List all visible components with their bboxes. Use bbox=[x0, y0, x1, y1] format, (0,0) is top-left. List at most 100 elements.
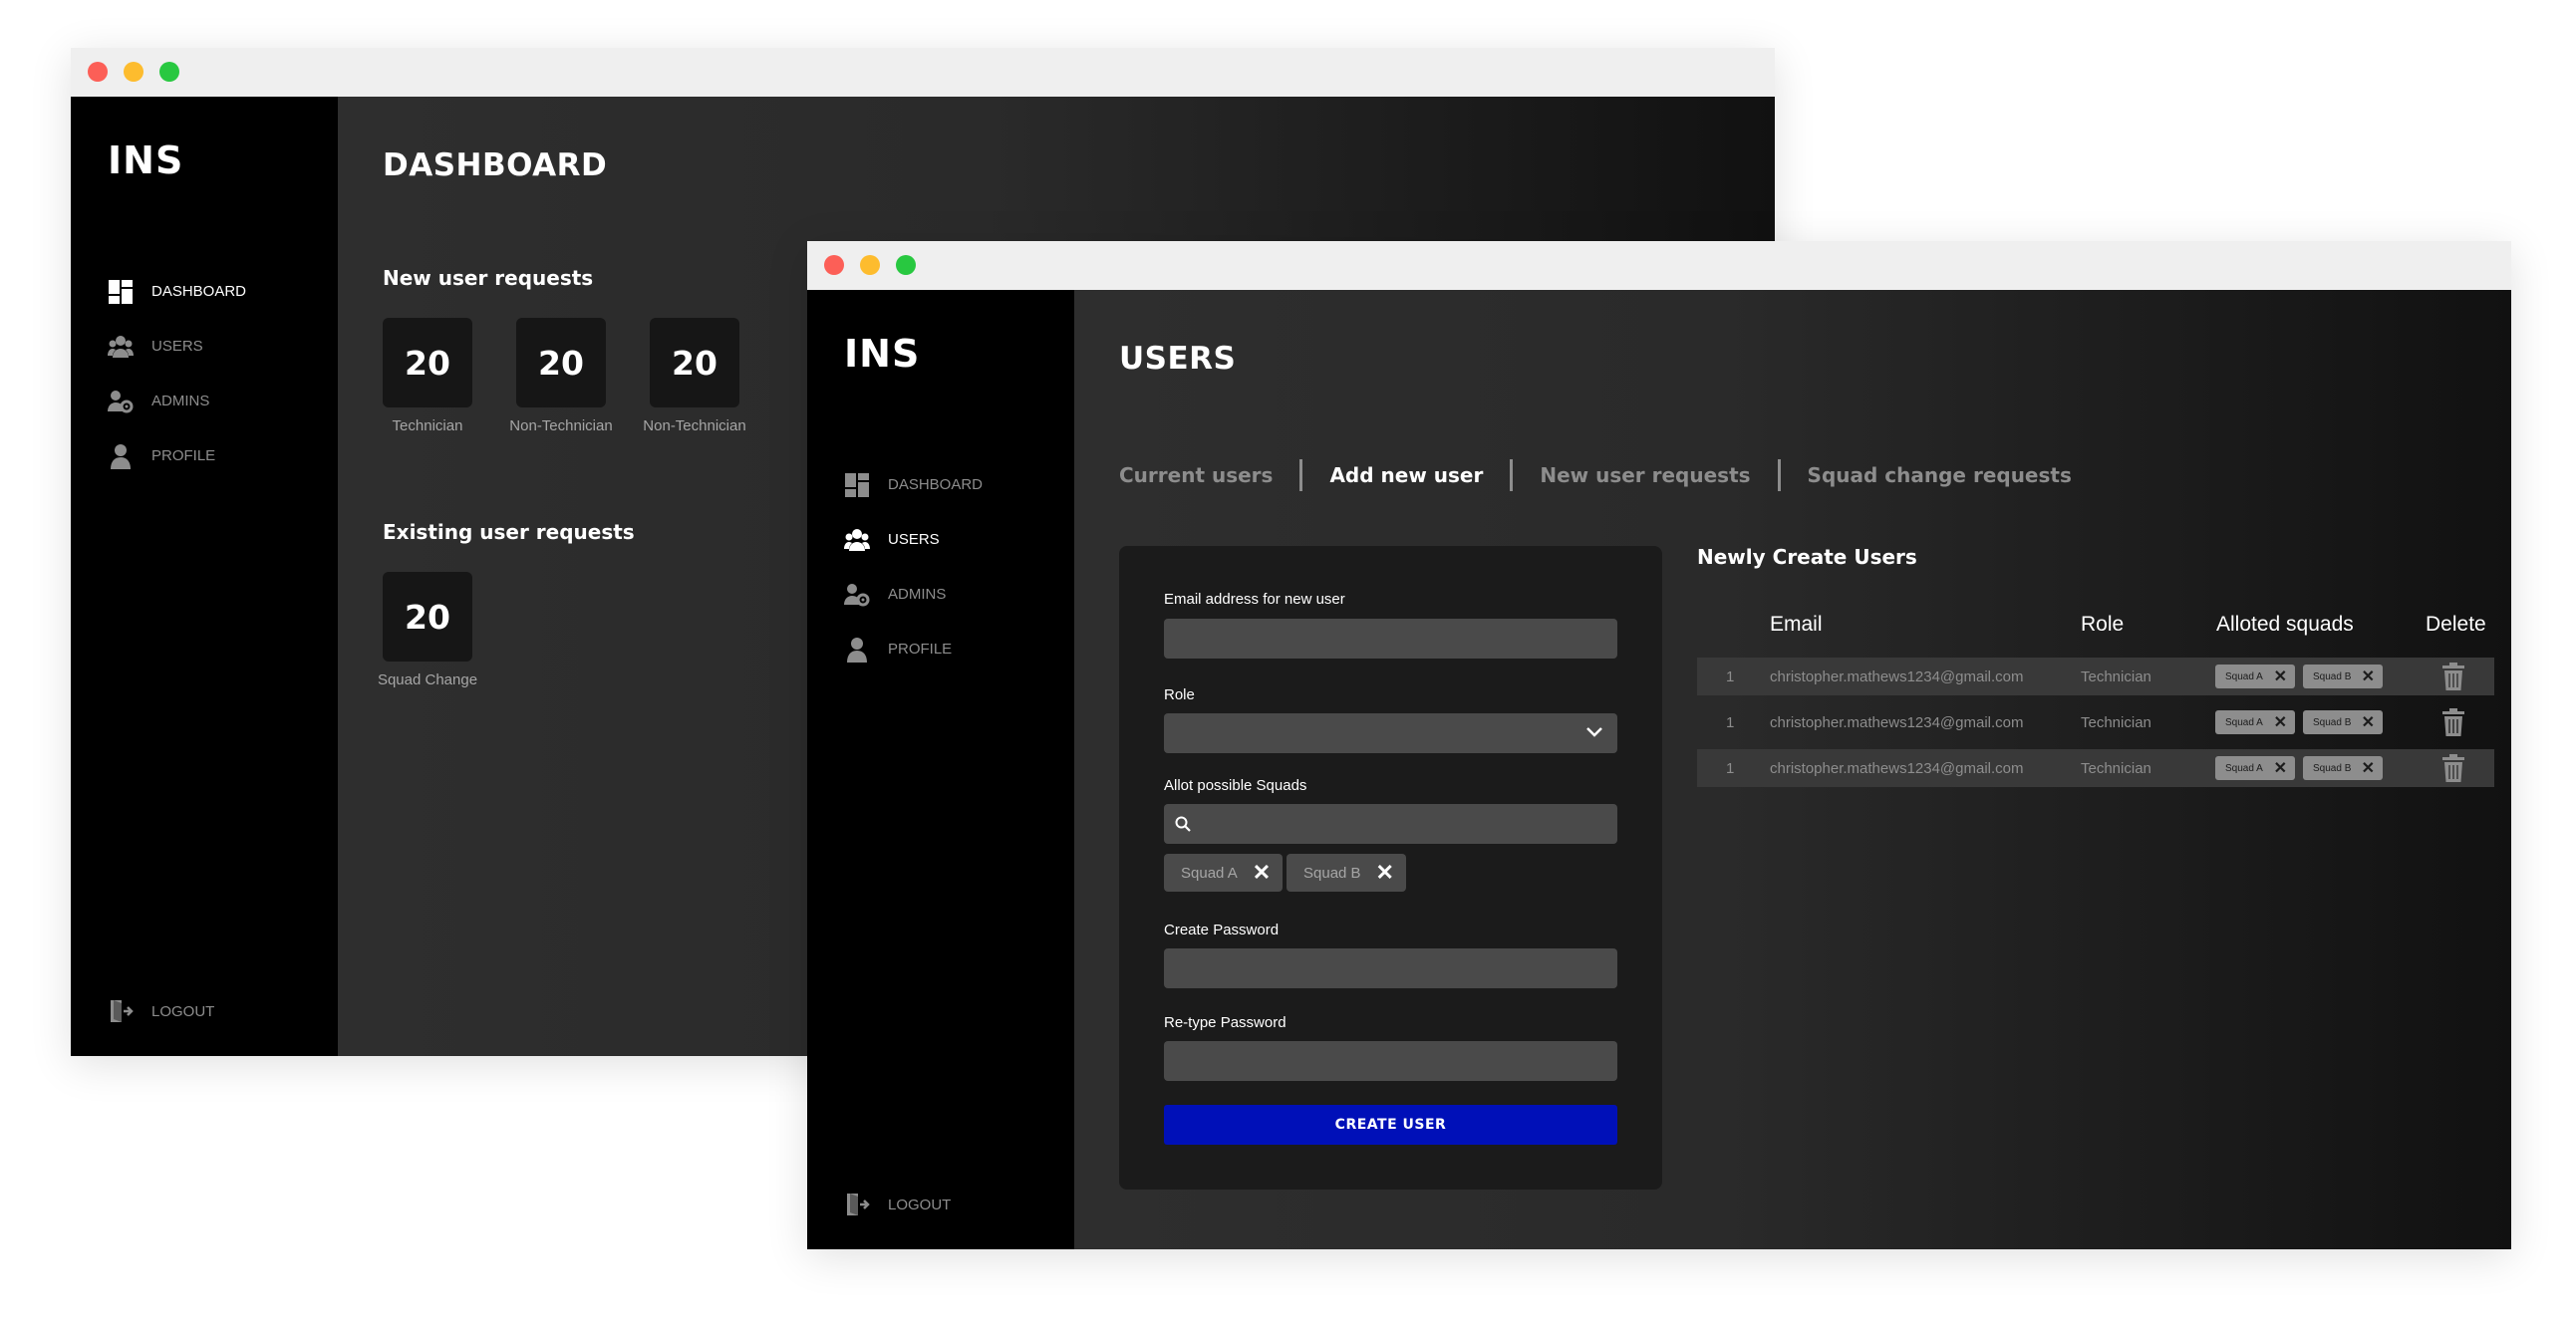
logout-button[interactable]: LOGOUT bbox=[844, 1192, 951, 1217]
maximize-window-button[interactable] bbox=[159, 62, 179, 82]
remove-tag-icon[interactable]: ✕ bbox=[2274, 758, 2287, 778]
tab-divider bbox=[1299, 459, 1303, 491]
stat-label: Non-Technician bbox=[509, 417, 613, 434]
email-field[interactable] bbox=[1164, 619, 1617, 659]
sidebar-item-profile[interactable]: PROFILE bbox=[108, 428, 246, 483]
sidebar-item-users[interactable]: USERS bbox=[108, 319, 246, 374]
remove-tag-icon[interactable]: ✕ bbox=[2362, 667, 2375, 686]
app-logo: INS bbox=[844, 332, 921, 376]
sidebar-item-label: ADMINS bbox=[151, 393, 210, 409]
sidebar-item-label: USERS bbox=[888, 531, 940, 548]
retype-password-field[interactable] bbox=[1164, 1041, 1617, 1081]
stat-card-technician[interactable]: 20 Technician bbox=[383, 318, 472, 434]
squads-label: Allot possible Squads bbox=[1164, 777, 1307, 794]
password-label: Create Password bbox=[1164, 922, 1280, 938]
row-email: christopher.mathews1234@gmail.com bbox=[1770, 713, 2024, 731]
column-header-squads: Alloted squads bbox=[2216, 613, 2354, 636]
logout-button[interactable]: LOGOUT bbox=[108, 998, 214, 1024]
squad-chip: Squad B ✕ bbox=[1287, 854, 1406, 892]
squad-tag: Squad A ✕ bbox=[2215, 756, 2295, 780]
stat-value: 20 bbox=[650, 318, 739, 407]
logout-icon bbox=[108, 998, 134, 1024]
squad-tag-label: Squad A bbox=[2225, 716, 2263, 728]
logout-label: LOGOUT bbox=[151, 1002, 215, 1020]
squad-chip-label: Squad A bbox=[1181, 864, 1238, 882]
users-tabs: Current users Add new user New user requ… bbox=[1119, 459, 2072, 491]
create-user-button[interactable]: CREATE USER bbox=[1164, 1105, 1617, 1145]
newly-created-users-title: Newly Create Users bbox=[1697, 545, 1917, 569]
window-titlebar bbox=[807, 241, 2511, 290]
remove-squad-icon[interactable]: ✕ bbox=[1376, 862, 1394, 884]
new-user-requests-heading: New user requests bbox=[383, 266, 594, 290]
tab-current-users[interactable]: Current users bbox=[1119, 463, 1273, 487]
users-icon bbox=[108, 334, 134, 360]
trash-icon[interactable] bbox=[2441, 754, 2465, 782]
profile-icon bbox=[844, 637, 870, 663]
remove-tag-icon[interactable]: ✕ bbox=[2362, 758, 2375, 778]
app-logo: INS bbox=[108, 138, 184, 182]
sidebar-item-users[interactable]: USERS bbox=[844, 512, 983, 567]
stat-card-non-technician[interactable]: 20 Non-Technician bbox=[509, 318, 613, 434]
sidebar-item-dashboard[interactable]: DASHBOARD bbox=[844, 457, 983, 512]
search-icon bbox=[1174, 815, 1192, 838]
dashboard-icon bbox=[108, 279, 134, 305]
squads-search-input[interactable] bbox=[1164, 804, 1617, 844]
minimize-window-button[interactable] bbox=[860, 255, 880, 275]
sidebar-nav: DASHBOARD USERS ADMINS PROFILE bbox=[108, 264, 246, 483]
role-select[interactable] bbox=[1164, 713, 1617, 753]
sidebar-item-label: DASHBOARD bbox=[888, 476, 984, 493]
row-role: Technician bbox=[2081, 713, 2151, 731]
users-icon bbox=[844, 527, 870, 553]
minimize-window-button[interactable] bbox=[124, 62, 143, 82]
close-window-button[interactable] bbox=[88, 62, 108, 82]
chevron-down-icon bbox=[1585, 725, 1603, 743]
row-role: Technician bbox=[2081, 759, 2151, 777]
sidebar-item-admins[interactable]: ADMINS bbox=[108, 374, 246, 428]
sidebar-item-profile[interactable]: PROFILE bbox=[844, 622, 983, 676]
squad-tag-label: Squad B bbox=[2313, 762, 2352, 774]
dashboard-icon bbox=[844, 472, 870, 498]
squad-tag: Squad B ✕ bbox=[2303, 665, 2383, 688]
sidebar-item-admins[interactable]: ADMINS bbox=[844, 567, 983, 622]
trash-icon[interactable] bbox=[2441, 708, 2465, 736]
squad-tag-label: Squad A bbox=[2225, 670, 2263, 682]
trash-icon[interactable] bbox=[2441, 663, 2465, 690]
squad-tag: Squad B ✕ bbox=[2303, 710, 2383, 734]
maximize-window-button[interactable] bbox=[896, 255, 916, 275]
close-window-button[interactable] bbox=[824, 255, 844, 275]
page-title: DASHBOARD bbox=[383, 147, 608, 183]
sidebar-item-label: USERS bbox=[151, 338, 203, 355]
squad-chip: Squad A ✕ bbox=[1164, 854, 1284, 892]
sidebar-item-dashboard[interactable]: DASHBOARD bbox=[108, 264, 246, 319]
tab-squad-change-requests[interactable]: Squad change requests bbox=[1808, 463, 2072, 487]
row-role: Technician bbox=[2081, 667, 2151, 685]
stat-card-non-technician-2[interactable]: 20 Non-Technician bbox=[643, 318, 746, 434]
column-header-email: Email bbox=[1770, 613, 1823, 636]
stat-label: Non-Technician bbox=[643, 417, 746, 434]
sidebar: INS DASHBOARD USERS ADMINS PROFILE LOGOU… bbox=[807, 290, 1074, 1249]
window-titlebar bbox=[71, 48, 1775, 97]
row-number: 1 bbox=[1726, 667, 1735, 685]
remove-tag-icon[interactable]: ✕ bbox=[2274, 667, 2287, 686]
profile-icon bbox=[108, 443, 134, 469]
column-header-delete: Delete bbox=[2426, 613, 2486, 636]
add-user-form: Email address for new user Role Allot po… bbox=[1119, 546, 1662, 1190]
sidebar-item-label: PROFILE bbox=[151, 447, 216, 464]
table-row: 1 christopher.mathews1234@gmail.com Tech… bbox=[1697, 749, 2494, 787]
row-email: christopher.mathews1234@gmail.com bbox=[1770, 759, 2024, 777]
password-field[interactable] bbox=[1164, 948, 1617, 988]
row-number: 1 bbox=[1726, 713, 1735, 731]
stat-label: Squad Change bbox=[377, 671, 478, 688]
remove-tag-icon[interactable]: ✕ bbox=[2274, 712, 2287, 732]
remove-tag-icon[interactable]: ✕ bbox=[2362, 712, 2375, 732]
stat-card-squad-change[interactable]: 20 Squad Change bbox=[378, 572, 477, 688]
tab-new-user-requests[interactable]: New user requests bbox=[1540, 463, 1750, 487]
squad-tag-label: Squad B bbox=[2313, 670, 2352, 682]
admins-icon bbox=[844, 582, 870, 608]
squad-tag-label: Squad A bbox=[2225, 762, 2263, 774]
tab-add-new-user[interactable]: Add new user bbox=[1329, 463, 1483, 487]
tab-divider bbox=[1777, 459, 1781, 491]
remove-squad-icon[interactable]: ✕ bbox=[1253, 862, 1271, 884]
row-email: christopher.mathews1234@gmail.com bbox=[1770, 667, 2024, 685]
stat-value: 20 bbox=[383, 318, 472, 407]
